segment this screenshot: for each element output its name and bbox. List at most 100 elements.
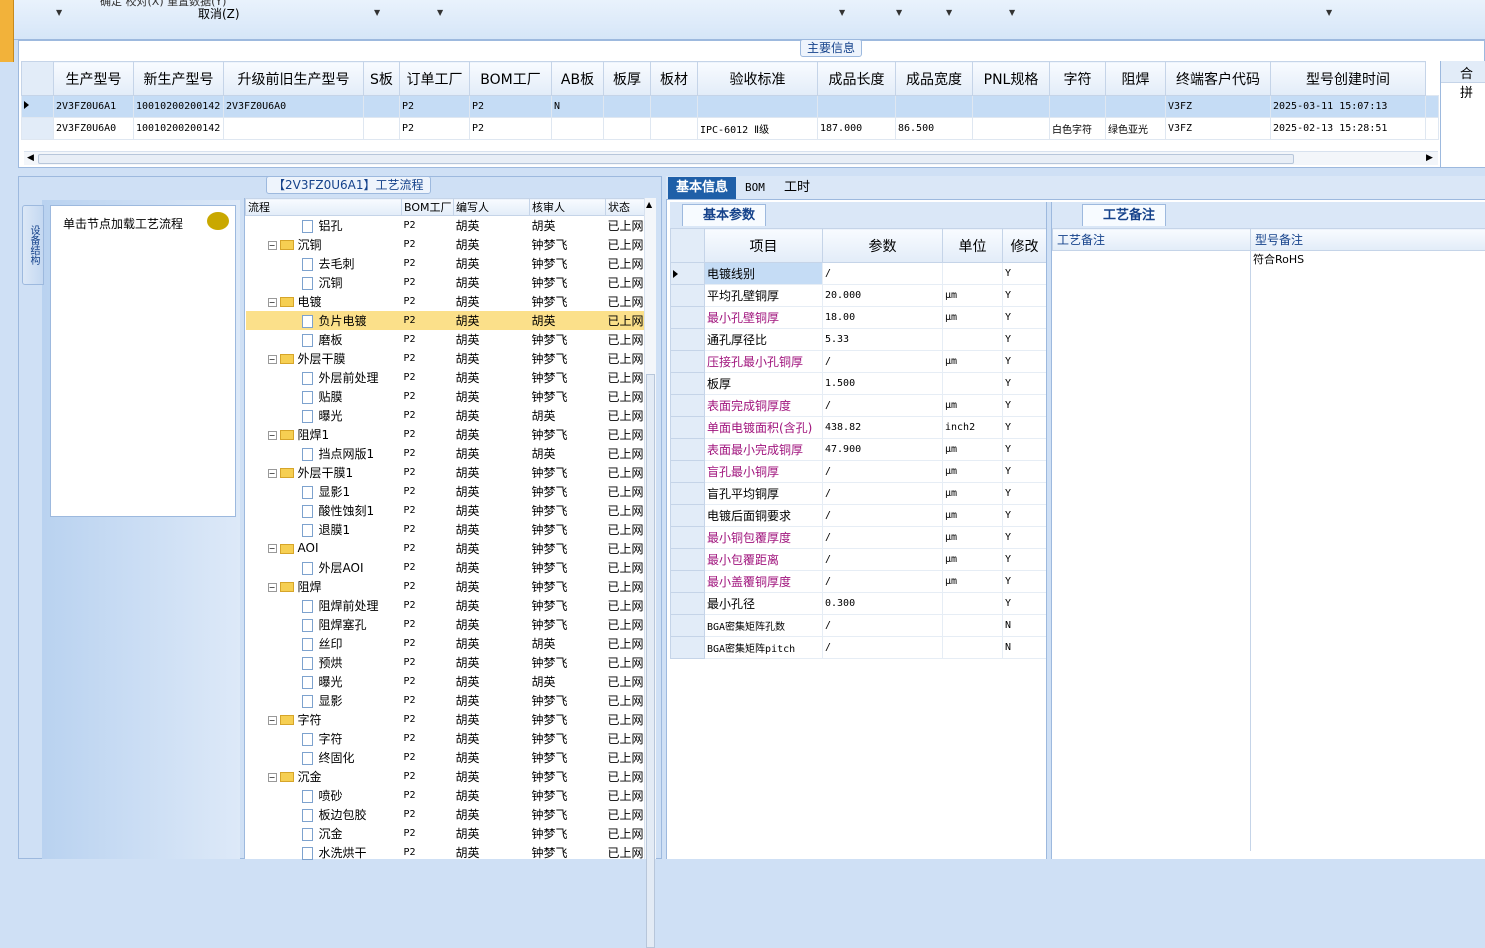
table-cell[interactable]: V3FZ bbox=[1166, 118, 1271, 140]
table-cell[interactable]: 钟梦飞 bbox=[530, 691, 606, 710]
table-cell[interactable]: 钟梦飞 bbox=[530, 463, 606, 482]
tree-row[interactable]: 沉金P2胡英钟梦飞已上网 bbox=[246, 824, 646, 843]
table-cell[interactable]: 钟梦飞 bbox=[530, 615, 606, 634]
params-title[interactable]: 基本参数 bbox=[682, 204, 766, 226]
column-header[interactable]: 单位 bbox=[943, 229, 1003, 263]
cancel-button[interactable]: 取消(Z) bbox=[198, 5, 240, 22]
table-cell[interactable]: 已上网 bbox=[606, 235, 646, 254]
table-cell[interactable]: 胡英 bbox=[454, 520, 530, 539]
tree-row[interactable]: −电镀P2胡英钟梦飞已上网 bbox=[246, 292, 646, 311]
table-cell[interactable]: 已上网 bbox=[606, 292, 646, 311]
param-unit[interactable]: μm bbox=[943, 571, 1003, 593]
column-header[interactable]: 状态 bbox=[606, 199, 646, 216]
param-unit[interactable] bbox=[943, 329, 1003, 351]
table-cell[interactable]: 胡英 bbox=[454, 501, 530, 520]
table-cell[interactable]: P2 bbox=[470, 96, 552, 118]
param-modify[interactable]: Y bbox=[1003, 483, 1047, 505]
tree-row[interactable]: 去毛刺P2胡英钟梦飞已上网 bbox=[246, 254, 646, 273]
table-cell[interactable]: 已上网 bbox=[606, 254, 646, 273]
scroll-thumb[interactable] bbox=[38, 154, 1294, 164]
table-cell[interactable]: 已上网 bbox=[606, 406, 646, 425]
tree-node[interactable]: 喷砂 bbox=[246, 786, 402, 805]
table-cell[interactable]: 钟梦飞 bbox=[530, 387, 606, 406]
tree-node[interactable]: 铝孔 bbox=[246, 216, 402, 235]
table-cell[interactable]: P2 bbox=[402, 406, 454, 425]
column-header[interactable]: 型号创建时间 bbox=[1271, 62, 1426, 96]
tree-row[interactable]: −AOIP2胡英钟梦飞已上网 bbox=[246, 539, 646, 558]
param-value[interactable]: / bbox=[823, 637, 943, 659]
tab-work-hours[interactable]: 工时 bbox=[776, 177, 818, 199]
tree-node[interactable]: −阻焊 bbox=[246, 577, 402, 596]
table-cell[interactable] bbox=[364, 96, 400, 118]
table-cell[interactable]: 已上网 bbox=[606, 216, 646, 235]
tree-node[interactable]: 外层AOI bbox=[246, 558, 402, 577]
table-cell[interactable]: 已上网 bbox=[606, 387, 646, 406]
table-cell[interactable]: 2V3FZ0U6A0 bbox=[54, 118, 134, 140]
tree-node[interactable]: −沉铜 bbox=[246, 235, 402, 254]
table-row[interactable]: 最小盖覆铜厚度/μmY bbox=[671, 571, 1047, 593]
table-cell[interactable]: P2 bbox=[402, 444, 454, 463]
param-item[interactable]: 最小包覆距离 bbox=[705, 549, 823, 571]
tree-row[interactable]: 丝印P2胡英胡英已上网 bbox=[246, 634, 646, 653]
table-cell[interactable]: P2 bbox=[402, 634, 454, 653]
table-cell[interactable]: 2V3FZ0U6A1 bbox=[54, 96, 134, 118]
tree-node[interactable]: −外层干膜 bbox=[246, 349, 402, 368]
table-cell[interactable]: V3FZ bbox=[1166, 96, 1271, 118]
dropdown-icon[interactable]: ▼ bbox=[374, 8, 380, 17]
table-cell[interactable]: 胡英 bbox=[454, 710, 530, 729]
tree-row[interactable]: 板边包胶P2胡英钟梦飞已上网 bbox=[246, 805, 646, 824]
param-value[interactable]: / bbox=[823, 351, 943, 373]
param-modify[interactable]: Y bbox=[1003, 395, 1047, 417]
dropdown-icon[interactable]: ▼ bbox=[56, 8, 62, 17]
table-cell[interactable]: 86.500 bbox=[896, 118, 973, 140]
table-row[interactable]: 压接孔最小孔铜厚/μmY bbox=[671, 351, 1047, 373]
tree-row[interactable]: −外层干膜P2胡英钟梦飞已上网 bbox=[246, 349, 646, 368]
column-header[interactable]: 成品宽度 bbox=[896, 62, 973, 96]
table-cell[interactable]: P2 bbox=[402, 254, 454, 273]
tree-node[interactable]: 字符 bbox=[246, 729, 402, 748]
tree-row[interactable]: −沉铜P2胡英钟梦飞已上网 bbox=[246, 235, 646, 254]
param-item[interactable]: 表面最小完成铜厚 bbox=[705, 439, 823, 461]
tree-node[interactable]: 板边包胶 bbox=[246, 805, 402, 824]
table-cell[interactable]: 胡英 bbox=[454, 349, 530, 368]
table-row[interactable]: 平均孔壁铜厚20.000μmY bbox=[671, 285, 1047, 307]
column-header[interactable]: 阻焊 bbox=[1106, 62, 1166, 96]
table-cell[interactable]: 胡英 bbox=[454, 387, 530, 406]
param-unit[interactable]: μm bbox=[943, 307, 1003, 329]
tree-row[interactable]: −字符P2胡英钟梦飞已上网 bbox=[246, 710, 646, 729]
table-cell[interactable]: 胡英 bbox=[454, 672, 530, 691]
table-cell[interactable]: P2 bbox=[402, 235, 454, 254]
collapse-icon[interactable]: − bbox=[268, 298, 277, 307]
table-cell[interactable]: 钟梦飞 bbox=[530, 748, 606, 767]
param-item[interactable]: 最小盖覆铜厚度 bbox=[705, 571, 823, 593]
tree-row[interactable]: 阻焊前处理P2胡英钟梦飞已上网 bbox=[246, 596, 646, 615]
param-item[interactable]: 单面电镀面积(含孔) bbox=[705, 417, 823, 439]
param-unit[interactable]: μm bbox=[943, 285, 1003, 307]
dropdown-icon[interactable]: ▼ bbox=[1009, 8, 1015, 17]
param-modify[interactable]: Y bbox=[1003, 307, 1047, 329]
tree-row[interactable]: 预烘P2胡英钟梦飞已上网 bbox=[246, 653, 646, 672]
row-header[interactable] bbox=[671, 263, 705, 285]
dropdown-icon[interactable]: ▼ bbox=[896, 8, 902, 17]
dropdown-icon[interactable]: ▼ bbox=[1326, 8, 1332, 17]
row-header[interactable] bbox=[671, 373, 705, 395]
table-cell[interactable]: 2025-03-11 15:07:13 bbox=[1271, 96, 1426, 118]
table-cell[interactable]: 胡英 bbox=[454, 634, 530, 653]
table-row[interactable]: 板厚1.500Y bbox=[671, 373, 1047, 395]
tree-node[interactable]: 磨板 bbox=[246, 330, 402, 349]
tree-node[interactable]: −阻焊1 bbox=[246, 425, 402, 444]
table-cell[interactable]: 已上网 bbox=[606, 330, 646, 349]
table-cell[interactable]: 已上网 bbox=[606, 349, 646, 368]
param-value[interactable]: / bbox=[823, 571, 943, 593]
table-cell[interactable]: 胡英 bbox=[454, 311, 530, 330]
table-cell[interactable]: P2 bbox=[402, 691, 454, 710]
table-cell[interactable]: P2 bbox=[402, 615, 454, 634]
table-cell[interactable] bbox=[651, 96, 698, 118]
table-cell[interactable]: 胡英 bbox=[530, 634, 606, 653]
param-modify[interactable]: Y bbox=[1003, 461, 1047, 483]
tree-row[interactable]: 酸性蚀刻1P2胡英钟梦飞已上网 bbox=[246, 501, 646, 520]
row-header[interactable] bbox=[671, 329, 705, 351]
tree-row[interactable]: 外层AOIP2胡英钟梦飞已上网 bbox=[246, 558, 646, 577]
table-cell[interactable] bbox=[973, 118, 1050, 140]
table-cell[interactable]: 已上网 bbox=[606, 311, 646, 330]
